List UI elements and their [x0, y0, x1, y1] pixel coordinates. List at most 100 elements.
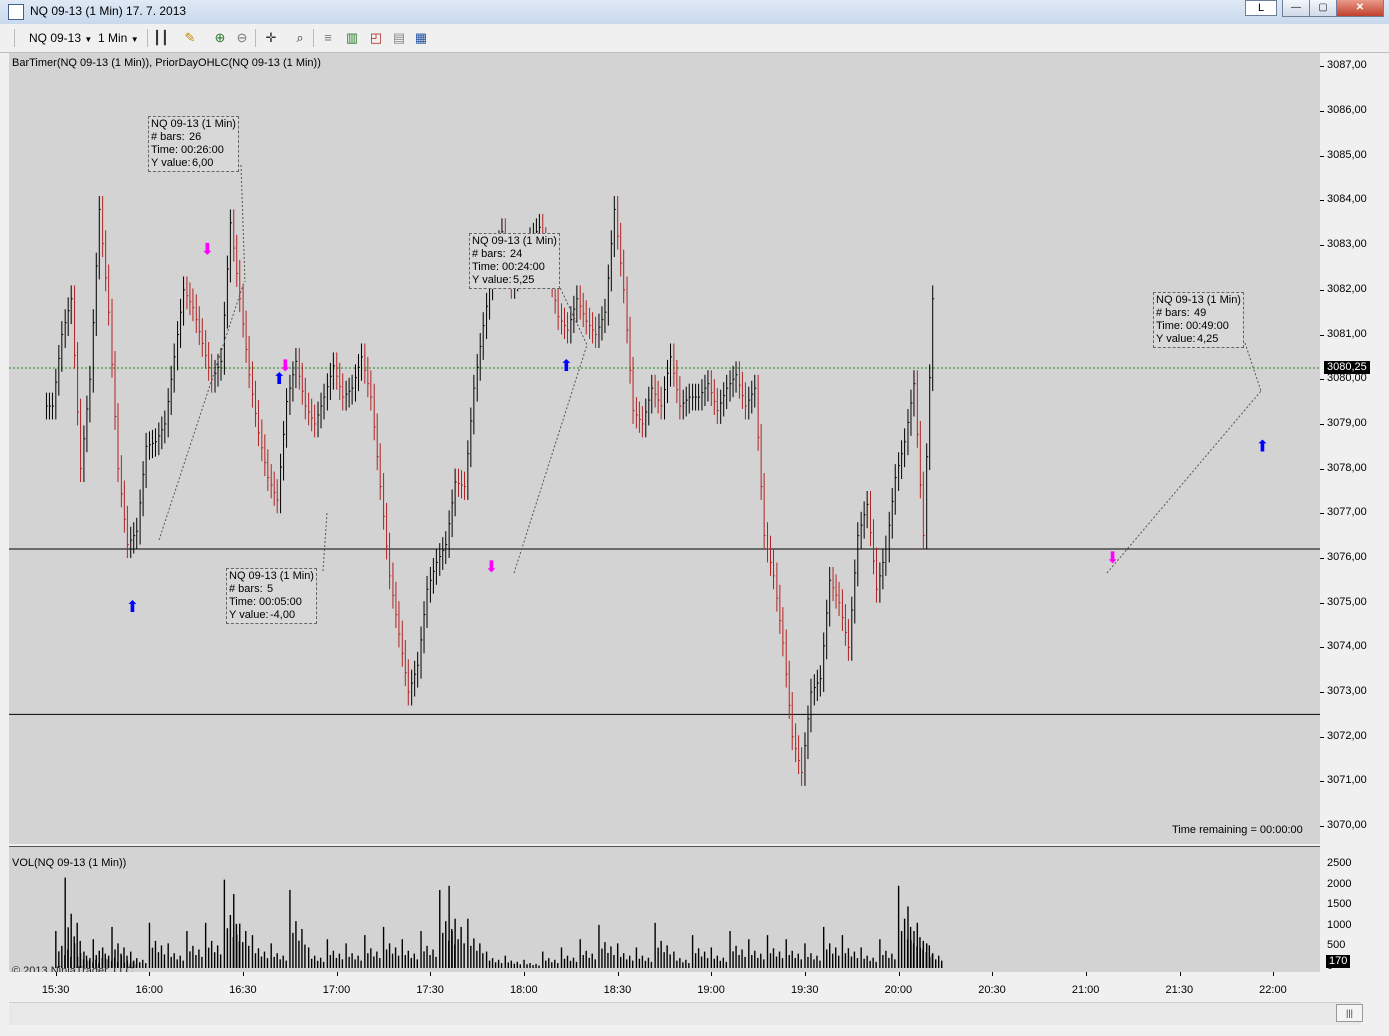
- measure-connector-line: [240, 164, 246, 283]
- tooltip-time-label: Time:: [472, 261, 500, 273]
- tooltip-time: 00:05:00: [259, 596, 302, 608]
- price-tick-mark: [1320, 736, 1324, 738]
- volume-indicator-label: VOL(NQ 09-13 (1 Min)): [12, 857, 127, 869]
- time-tick-label: 15:30: [41, 984, 70, 996]
- time-tick-mark: [336, 972, 338, 976]
- measure-ruler-line: [1106, 390, 1262, 574]
- price-tick-label: 3085,00: [1327, 148, 1367, 161]
- price-tick-mark: [1320, 334, 1324, 336]
- price-tick-mark: [1320, 513, 1324, 515]
- magnifier-icon[interactable]: ⌕: [292, 30, 308, 46]
- long-entry-arrow-icon: ⬆: [1256, 436, 1269, 455]
- short-entry-arrow-icon: ⬇: [279, 356, 292, 375]
- price-tick-label: 3081,00: [1327, 327, 1367, 340]
- time-tick-mark: [524, 972, 526, 976]
- strategies-icon[interactable]: ◰: [368, 30, 384, 46]
- price-tick-mark: [1320, 155, 1324, 157]
- time-tick-mark: [1273, 972, 1275, 976]
- measure-tooltip[interactable]: NQ 09-13 (1 Min) # bars: 49 Time: 00:49:00…: [1153, 292, 1244, 348]
- price-tick-label: 3087,00: [1327, 59, 1367, 72]
- volume-panel[interactable]: [9, 846, 1320, 972]
- instrument-selector[interactable]: NQ 09-13 ▼: [29, 29, 92, 47]
- price-axis[interactable]: [1320, 53, 1389, 844]
- time-tick-mark: [1085, 972, 1087, 976]
- time-tick-label: 19:30: [790, 984, 819, 996]
- volume-tick-label: 1500: [1327, 898, 1352, 911]
- time-tick-label: 17:30: [416, 984, 444, 996]
- time-tick-mark: [804, 972, 806, 976]
- tooltip-bars-label: # bars:: [151, 131, 185, 143]
- close-button[interactable]: ✕: [1336, 0, 1384, 17]
- maximize-button[interactable]: ▢: [1309, 0, 1337, 17]
- window-title: NQ 09-13 (1 Min) 17. 7. 2013: [30, 4, 187, 18]
- zoom-in-icon[interactable]: ⊕: [212, 30, 228, 46]
- tooltip-bars: 5: [267, 583, 274, 595]
- current-volume-tag: 170: [1326, 955, 1351, 968]
- measure-tooltip[interactable]: NQ 09-13 (1 Min) # bars: 5 Time: 00:05:00 …: [226, 568, 317, 624]
- price-tick-label: 3070,00: [1327, 819, 1367, 832]
- tooltip-y-label: Y value:: [472, 274, 512, 286]
- indicator-label: BarTimer(NQ 09-13 (1 Min)), PriorDayOHLC…: [12, 57, 321, 69]
- price-tick-label: 3073,00: [1327, 685, 1367, 698]
- time-tick-label: 19:00: [697, 984, 725, 996]
- tooltip-time: 00:26:00: [181, 144, 224, 156]
- pencil-icon[interactable]: ✎: [182, 30, 198, 46]
- time-axis[interactable]: [9, 972, 1320, 1000]
- scrollbar-thumb[interactable]: |||: [1336, 1004, 1363, 1022]
- time-tick-label: 16:30: [229, 984, 257, 996]
- price-tick-mark: [1320, 111, 1324, 113]
- price-tick-mark: [1320, 692, 1324, 694]
- time-tick-mark: [243, 972, 245, 976]
- time-tick-label: 16:00: [135, 984, 163, 996]
- chart-trader-icon[interactable]: ▦: [413, 30, 429, 46]
- price-tick-label: 3083,00: [1327, 238, 1367, 251]
- chevron-down-icon: ▼: [84, 35, 93, 44]
- price-tick-mark: [1320, 423, 1324, 425]
- data-box-icon[interactable]: ▤: [391, 30, 407, 46]
- price-tick-label: 3077,00: [1327, 506, 1367, 519]
- chevron-down-icon: ▼: [130, 35, 139, 44]
- tooltip-bars: 26: [189, 131, 202, 143]
- measure-connector-line: [1244, 342, 1262, 392]
- tooltip-bars: 24: [510, 248, 523, 260]
- interval-label: 1 Min: [98, 31, 128, 45]
- tooltip-time-label: Time:: [151, 144, 179, 156]
- time-tick-label: 20:00: [884, 984, 913, 996]
- price-tick-label: 3076,00: [1327, 550, 1367, 563]
- tooltip-title: NQ 09-13 (1 Min): [472, 235, 557, 247]
- tooltip-y-label: Y value:: [229, 609, 269, 621]
- zoom-out-icon[interactable]: ⊖: [234, 30, 250, 46]
- bar-style-icon[interactable]: ┃┃: [153, 30, 169, 46]
- interval-selector[interactable]: 1 Min ▼: [98, 29, 139, 47]
- price-tick-mark: [1320, 468, 1324, 470]
- volume-chart-svg: [55, 877, 943, 968]
- crosshair-icon[interactable]: ✛: [263, 30, 279, 46]
- long-entry-arrow-icon: ⬆: [560, 356, 573, 375]
- time-tick-mark: [55, 972, 57, 976]
- tooltip-bars-label: # bars:: [472, 248, 506, 260]
- price-tick-mark: [1320, 289, 1324, 291]
- price-tick-label: 3074,00: [1327, 640, 1367, 653]
- properties-icon[interactable]: ≡: [320, 30, 336, 46]
- measure-tooltip[interactable]: NQ 09-13 (1 Min) # bars: 26 Time: 00:26:00…: [148, 116, 239, 172]
- short-entry-arrow-icon: ⬇: [201, 240, 214, 259]
- chart-app-icon: [8, 4, 24, 20]
- link-button[interactable]: L: [1245, 0, 1277, 16]
- short-entry-arrow-icon: ⬇: [485, 557, 498, 576]
- price-tick-label: 3071,00: [1327, 774, 1367, 787]
- time-remaining: Time remaining = 00:00:00: [1172, 824, 1303, 836]
- horizontal-scrollbar[interactable]: [9, 1002, 1361, 1025]
- volume-tick-label: 2000: [1327, 877, 1352, 890]
- measure-tooltip[interactable]: NQ 09-13 (1 Min) # bars: 24 Time: 00:24:00…: [469, 233, 560, 289]
- indicators-icon[interactable]: ▥: [344, 30, 360, 46]
- time-tick-mark: [149, 972, 151, 976]
- price-tick-mark: [1320, 66, 1324, 68]
- toolbar-separator: [255, 29, 256, 47]
- measure-connector-line: [322, 512, 328, 572]
- tooltip-y: -4,00: [270, 609, 296, 621]
- minimize-button[interactable]: —: [1282, 0, 1310, 17]
- time-tick-label: 21:00: [1071, 984, 1100, 996]
- time-tick-mark: [711, 972, 713, 976]
- tooltip-bars: 49: [1194, 307, 1207, 319]
- time-tick-label: 20:30: [978, 984, 1006, 996]
